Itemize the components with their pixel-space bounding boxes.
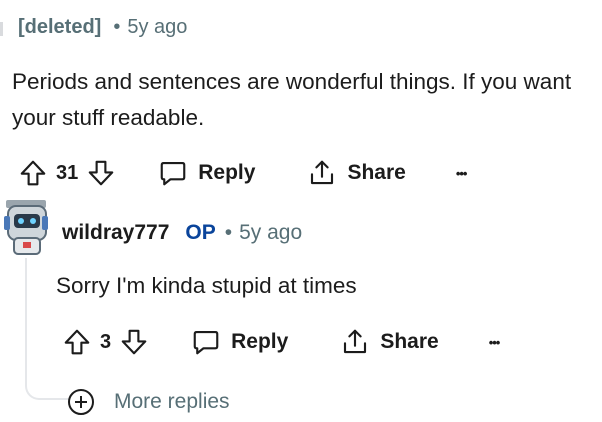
- reply-comment-author[interactable]: wildray777: [62, 221, 169, 245]
- more-options-button[interactable]: •••: [488, 334, 501, 350]
- vote-count: 3: [100, 330, 112, 353]
- ellipsis-icon: •••: [455, 165, 468, 181]
- upvote-arrow-icon[interactable]: [18, 158, 48, 188]
- top-comment-body: Periods and sentences are wonderful thin…: [12, 69, 572, 130]
- top-comment-meta: [deleted] • 5y ago: [18, 12, 187, 42]
- more-replies-button[interactable]: More replies: [68, 385, 230, 419]
- top-comment-author[interactable]: [deleted]: [18, 16, 101, 39]
- thread-collapse-edge[interactable]: [0, 22, 3, 36]
- vote-count: 31: [56, 161, 79, 184]
- reply-label: Reply: [198, 161, 256, 184]
- ellipsis-icon: •••: [488, 334, 501, 350]
- reply-comment-time[interactable]: 5y ago: [239, 221, 302, 245]
- share-button[interactable]: Share: [307, 158, 406, 188]
- reply-comment-body: Sorry I'm kinda stupid at times: [56, 273, 357, 298]
- reply-comment-action-bar: 3 Reply Share •••: [62, 322, 501, 362]
- reply-label: Reply: [231, 330, 289, 353]
- reply-button[interactable]: Reply: [158, 158, 255, 188]
- plus-circle-icon: [68, 389, 94, 415]
- share-label: Share: [347, 161, 406, 184]
- top-comment-vote: 31: [18, 158, 116, 188]
- reply-button[interactable]: Reply: [191, 327, 288, 357]
- share-upload-icon: [340, 327, 370, 357]
- top-comment-action-bar: 31 Reply Share •••: [18, 153, 468, 193]
- avatar[interactable]: [0, 198, 52, 258]
- speech-bubble-icon: [191, 327, 221, 357]
- more-replies-label: More replies: [114, 390, 230, 413]
- meta-separator: •: [224, 221, 233, 244]
- share-upload-icon: [307, 158, 337, 188]
- op-badge: OP: [185, 221, 216, 244]
- upvote-arrow-icon[interactable]: [62, 327, 92, 357]
- more-options-button[interactable]: •••: [455, 165, 468, 181]
- downvote-arrow-icon[interactable]: [86, 158, 116, 188]
- comment-thread: [deleted] • 5y ago Periods and sentences…: [0, 0, 602, 422]
- downvote-arrow-icon[interactable]: [119, 327, 149, 357]
- top-comment-time[interactable]: 5y ago: [127, 16, 187, 39]
- reply-comment-vote: 3: [62, 327, 149, 357]
- meta-separator: •: [113, 15, 121, 38]
- share-label: Share: [380, 330, 439, 353]
- reply-comment-meta: wildray777 OP • 5y ago: [62, 218, 302, 248]
- share-button[interactable]: Share: [340, 327, 439, 357]
- speech-bubble-icon: [158, 158, 188, 188]
